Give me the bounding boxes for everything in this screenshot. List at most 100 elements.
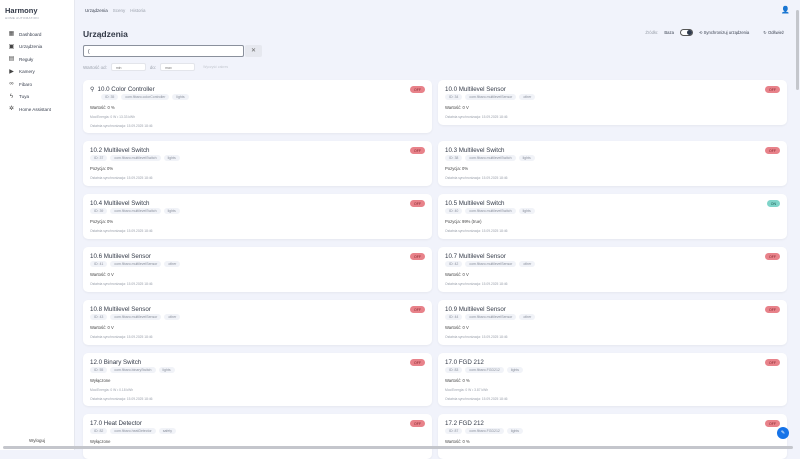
device-card[interactable]: 10.8 Multilevel Sensor ID: 43 com.fibaro.m…: [83, 300, 432, 345]
device-card[interactable]: ⚲ 10.0 Color Controller ID: 35 com.fibaro.c…: [83, 80, 432, 133]
device-card[interactable]: 17.0 FGD 212 ID: 83 com.fibaro.FGD212 light…: [438, 353, 787, 406]
status-badge[interactable]: OFF: [410, 420, 425, 427]
logout-button[interactable]: Wyloguj: [29, 438, 45, 443]
urz-dzenia-icon: ▣: [8, 43, 15, 50]
device-tags: ID: 43 com.fibaro.multilevelSensor other: [90, 314, 425, 320]
horizontal-scrollbar[interactable]: [3, 446, 793, 449]
device-card[interactable]: 10.0 Multilevel Sensor ID: 34 com.fibaro.m…: [438, 80, 787, 125]
reset-range-button[interactable]: Wyczyść zakres: [203, 65, 228, 69]
device-value: Wartość: 0 V: [445, 272, 469, 277]
search-input[interactable]: (: [83, 45, 244, 57]
device-name: 10.0 Multilevel Sensor: [445, 86, 506, 93]
device-value: Wartość: 0 V: [445, 105, 469, 110]
device-tags: ID: 35 com.fibaro.colorController lights: [101, 94, 425, 100]
min-input[interactable]: min: [110, 63, 146, 71]
tab-devices[interactable]: Urządzenia: [85, 8, 108, 13]
device-card[interactable]: 10.7 Multilevel Sensor ID: 42 com.fibaro.m…: [438, 247, 787, 292]
device-type: com.fibaro.multilevelSwitch: [465, 208, 516, 214]
device-title-row: 10.2 Multilevel Switch: [90, 147, 425, 154]
status-badge[interactable]: OFF: [410, 306, 425, 313]
device-card[interactable]: 17.2 FGD 212 ID: 87 com.fibaro.FGD212 light…: [438, 414, 787, 459]
refresh-button[interactable]: ↻ Odśwież: [763, 30, 784, 35]
device-card[interactable]: 12.0 Binary Switch ID: 55 com.fibaro.binar…: [83, 353, 432, 406]
device-category: other: [519, 261, 536, 267]
refresh-label: Odśwież: [767, 30, 784, 35]
clear-search-button[interactable]: ✕: [245, 45, 262, 57]
device-value: Wartość: 0 V: [90, 325, 114, 330]
status-badge[interactable]: OFF: [410, 253, 425, 260]
device-energy: Moc/Energia: 0 W • 0.18 kWh: [90, 388, 134, 392]
vertical-scrollbar[interactable]: [796, 10, 799, 90]
sidebar-item-dashboard[interactable]: ▦ Dashboard: [8, 28, 51, 41]
sidebar-item-label: Home Assistant: [19, 106, 51, 112]
device-name: 10.3 Multilevel Switch: [445, 147, 505, 154]
device-category: other: [519, 314, 536, 320]
device-card[interactable]: 17.0 Heat Detector ID: 82 com.fibaro.heatD…: [83, 414, 432, 459]
status-badge[interactable]: OFF: [410, 86, 425, 93]
sidebar-item-urz-dzenia[interactable]: ▣ Urządzenia: [8, 41, 51, 54]
tab-history[interactable]: Historia: [130, 8, 145, 13]
user-icon[interactable]: 👤: [781, 6, 790, 14]
chat-button[interactable]: ✎: [777, 427, 789, 439]
device-title-row: 10.7 Multilevel Sensor: [445, 253, 780, 260]
device-card[interactable]: 10.6 Multilevel Sensor ID: 41 com.fibaro.m…: [83, 247, 432, 292]
sync-button[interactable]: ⟲ Synchronizuj urządzenia: [699, 30, 749, 35]
device-tags: ID: 39 com.fibaro.multilevelSwitch lights: [90, 208, 425, 214]
sidebar-nav: ▦ Dashboard ▣ Urządzenia ▤ Reguły ▶ Kamery ∞ Fiba…: [8, 28, 51, 116]
device-type: com.fibaro.FGD212: [465, 367, 504, 373]
device-last-sync: Ostatnia synchronizacja: 15.09.2025 18:4…: [90, 229, 153, 233]
app-title: Harmony: [5, 6, 38, 15]
sidebar-item-regu-y[interactable]: ▤ Reguły: [8, 53, 51, 66]
device-card[interactable]: 10.9 Multilevel Sensor ID: 44 com.fibaro.m…: [438, 300, 787, 345]
sidebar-item-fibaro[interactable]: ∞ Fibaro: [8, 78, 51, 91]
device-card[interactable]: 10.5 Multilevel Switch ID: 40 com.fibaro.m…: [438, 194, 787, 239]
status-badge[interactable]: OFF: [410, 359, 425, 366]
device-card[interactable]: 10.3 Multilevel Switch ID: 38 com.fibaro.m…: [438, 141, 787, 186]
device-last-sync: Ostatnia synchronizacja: 15.09.2025 18:4…: [90, 397, 153, 401]
sidebar-item-label: Tuya: [19, 94, 30, 100]
sidebar-item-home-assistant[interactable]: ✲ Home Assistant: [8, 103, 51, 116]
device-title-row: 10.4 Multilevel Switch: [90, 200, 425, 207]
fibaro-icon: ∞: [9, 81, 14, 88]
device-last-sync: Ostatnia synchronizacja: 15.09.2025 18:4…: [445, 282, 508, 286]
device-value: Pozycja: 99% (true): [445, 219, 482, 224]
device-id: ID: 44: [445, 314, 463, 320]
device-id: ID: 34: [445, 94, 463, 100]
dashboard-icon: ▦: [8, 31, 15, 38]
source-toggle[interactable]: [679, 29, 693, 36]
status-badge[interactable]: OFF: [765, 147, 780, 154]
device-type: com.fibaro.multilevelSwitch: [110, 208, 161, 214]
value-filter: Wartość od: min do: max Wyczyść zakres: [83, 63, 228, 71]
device-tags: ID: 82 com.fibaro.heatDetector safety: [90, 428, 425, 434]
max-input[interactable]: max: [160, 63, 196, 71]
status-badge[interactable]: OFF: [410, 200, 425, 207]
device-type: com.fibaro.FGD212: [465, 428, 504, 434]
sidebar-item-kamery[interactable]: ▶ Kamery: [8, 66, 51, 79]
device-category: lights: [506, 428, 524, 434]
sidebar-item-tuya[interactable]: ϟ Tuya: [8, 91, 51, 104]
tab-scenes[interactable]: Sceny: [113, 8, 126, 13]
device-id: ID: 87: [445, 428, 463, 434]
device-value: Pozycja: 0%: [90, 166, 114, 171]
status-badge[interactable]: OFF: [765, 86, 780, 93]
device-last-sync: Ostatnia synchronizacja: 15.09.2025 18:4…: [445, 176, 508, 180]
device-card[interactable]: 10.2 Multilevel Switch ID: 37 com.fibaro.m…: [83, 141, 432, 186]
device-type: com.fibaro.colorController: [121, 94, 170, 100]
device-category: lights: [163, 208, 180, 214]
status-badge[interactable]: OFF: [410, 147, 425, 154]
kamery-icon: ▶: [9, 68, 14, 75]
status-badge[interactable]: OFF: [765, 306, 780, 313]
status-badge[interactable]: ON: [766, 200, 780, 207]
device-card[interactable]: 10.4 Multilevel Switch ID: 39 com.fibaro.m…: [83, 194, 432, 239]
device-value: Wyłączone: [90, 378, 111, 383]
device-category: safety: [158, 428, 177, 434]
device-tags: ID: 55 com.fibaro.binarySwitch lights: [90, 367, 425, 373]
device-title-row: 10.8 Multilevel Sensor: [90, 306, 425, 313]
top-nav: Urządzenia Sceny Historia: [75, 0, 800, 20]
sidebar-item-label: Dashboard: [19, 31, 42, 37]
status-badge[interactable]: OFF: [765, 359, 780, 366]
bulb-icon: ⚲: [90, 86, 95, 93]
status-badge[interactable]: OFF: [765, 253, 780, 260]
device-type: com.fibaro.multilevelSensor: [465, 314, 517, 320]
status-badge[interactable]: OFF: [765, 420, 780, 427]
